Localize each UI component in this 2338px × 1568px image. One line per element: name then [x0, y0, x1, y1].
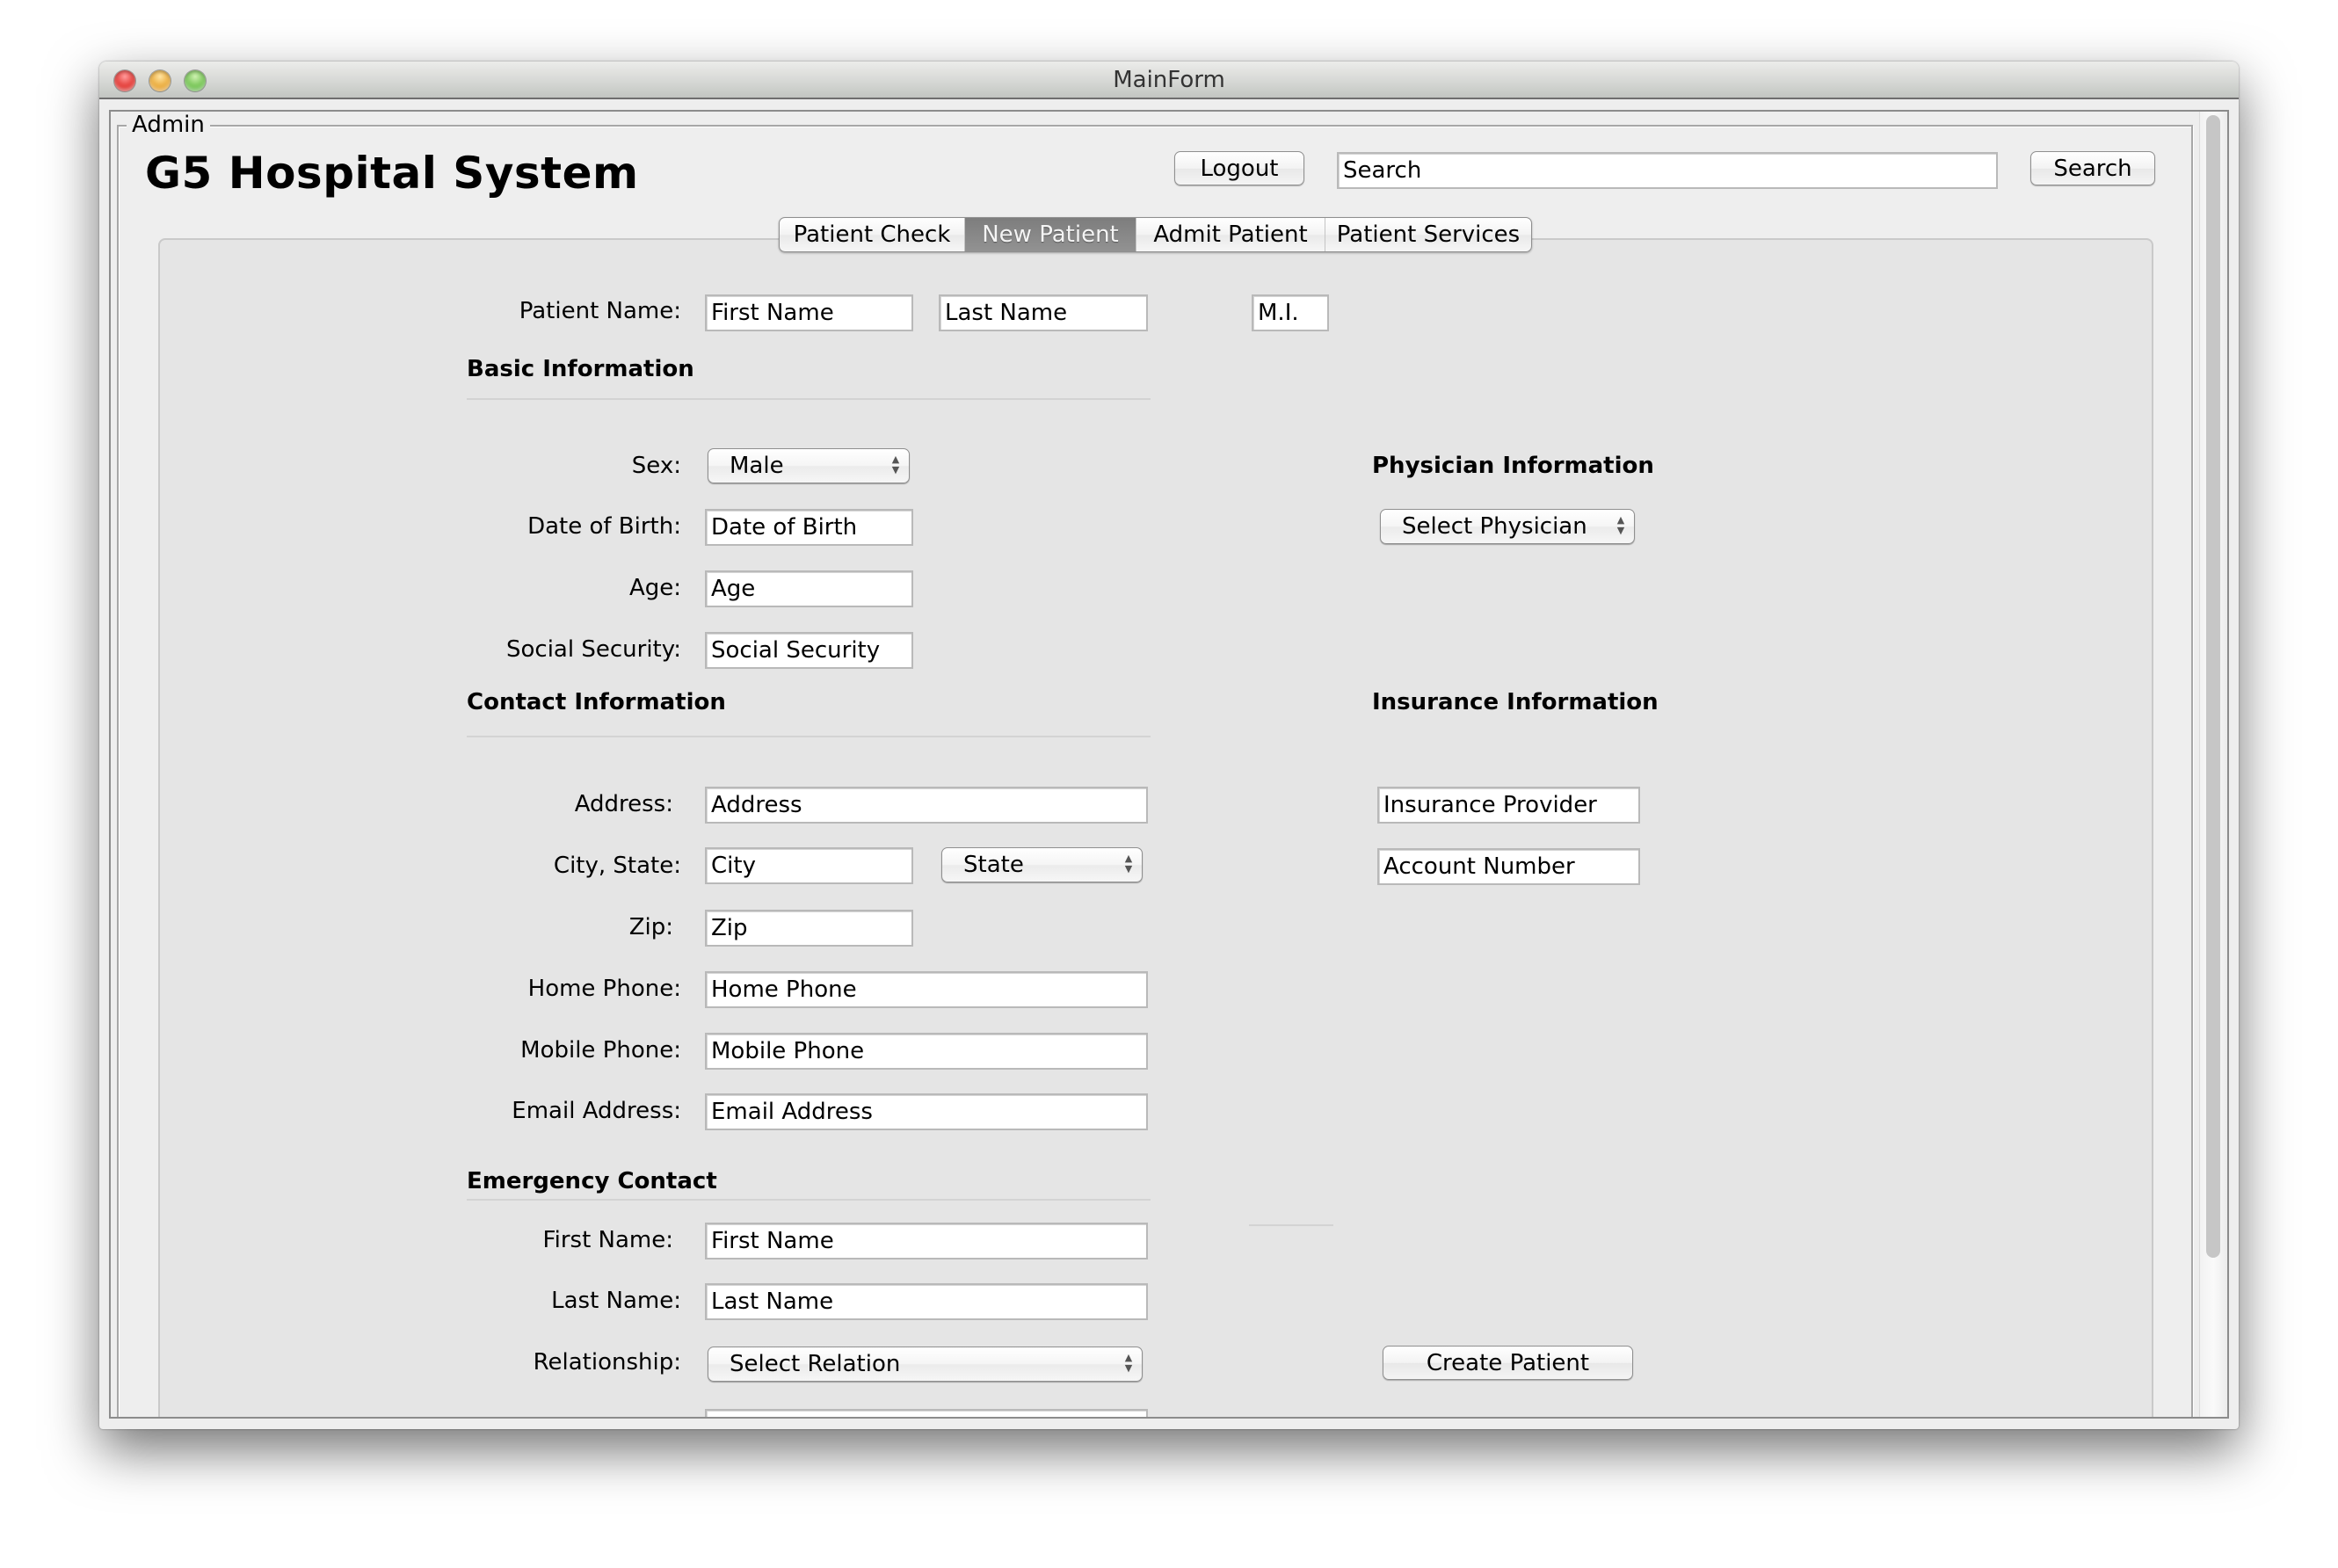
insurance-information-heading: Insurance Information [1372, 689, 1659, 715]
email-address-label: Email Address: [512, 1098, 681, 1124]
date-of-birth-label: Date of Birth: [527, 513, 681, 540]
mobile-phone-label: Mobile Phone: [520, 1037, 681, 1063]
basic-information-divider [467, 398, 1151, 400]
app-title: G5 Hospital System [145, 148, 639, 199]
account-number-input[interactable]: Account Number [1377, 848, 1640, 885]
sex-label: Sex: [631, 453, 681, 479]
age-label: Age: [628, 575, 681, 601]
basic-information-heading: Basic Information [467, 356, 694, 382]
address-input[interactable]: Address [705, 787, 1148, 824]
contact-information-divider [467, 736, 1151, 737]
relationship-select-value: Select Relation [730, 1351, 901, 1377]
social-security-input[interactable]: Social Security [705, 632, 913, 669]
title-bar[interactable]: MainForm [99, 62, 2239, 99]
home-phone-input[interactable]: Home Phone [705, 971, 1148, 1008]
emergency-last-name-input[interactable]: Last Name [705, 1283, 1148, 1320]
first-name-input[interactable]: First Name [705, 294, 913, 331]
search-button[interactable]: Search [2030, 151, 2155, 185]
vertical-scrollbar[interactable] [2199, 112, 2227, 1417]
email-address-input[interactable]: Email Address [705, 1093, 1148, 1130]
mobile-phone-input[interactable]: Mobile Phone [705, 1033, 1148, 1070]
tab-new-patient[interactable]: New Patient [965, 218, 1136, 251]
relationship-label: Relationship: [533, 1349, 681, 1376]
tab-bar: Patient Check New Patient Admit Patient … [779, 217, 1532, 252]
emergency-contact-heading: Emergency Contact [467, 1168, 717, 1194]
scroll-pane: Admin G5 Hospital System Logout Search S… [109, 110, 2229, 1419]
main-window: MainForm Admin G5 Hospital System Logout… [99, 62, 2239, 1429]
home-phone-label: Home Phone: [527, 976, 681, 1002]
sex-select[interactable]: Male ▲ ▼ [708, 448, 910, 483]
tab-admit-patient[interactable]: Admit Patient [1136, 218, 1325, 251]
middle-initial-input[interactable]: M.I. [1252, 294, 1329, 331]
emergency-last-name-label: Last Name: [551, 1288, 681, 1314]
emergency-first-name-label: First Name: [542, 1227, 673, 1253]
select-arrows-icon: ▲ ▼ [1616, 514, 1625, 536]
social-security-label: Social Security: [506, 636, 681, 663]
city-input[interactable]: City [705, 847, 913, 884]
window-title: MainForm [1113, 67, 1225, 93]
tab-patient-services[interactable]: Patient Services [1325, 218, 1531, 251]
create-patient-button[interactable]: Create Patient [1383, 1346, 1633, 1380]
physician-information-heading: Physician Information [1372, 453, 1654, 479]
age-input[interactable]: Age [705, 570, 913, 607]
sex-select-value: Male [730, 453, 784, 479]
admin-border-title: Admin [127, 112, 210, 138]
scroll-viewport: Admin G5 Hospital System Logout Search S… [111, 112, 2199, 1417]
select-arrows-icon: ▲ ▼ [1124, 853, 1133, 875]
last-name-input[interactable]: Last Name [939, 294, 1148, 331]
patient-name-label: Patient Name: [519, 298, 681, 324]
city-state-label: City, State: [553, 853, 681, 879]
select-arrows-icon: ▲ ▼ [891, 454, 900, 475]
logout-button[interactable]: Logout [1174, 151, 1304, 185]
emergency-first-name-input[interactable]: First Name [705, 1223, 1148, 1259]
physician-select[interactable]: Select Physician ▲ ▼ [1380, 509, 1635, 544]
separator-line [1249, 1224, 1333, 1226]
state-select[interactable]: State ▲ ▼ [941, 847, 1143, 882]
zip-input[interactable]: Zip [705, 910, 913, 947]
address-label: Address: [574, 791, 673, 817]
scrollbar-thumb[interactable] [2206, 115, 2220, 1258]
physician-select-value: Select Physician [1402, 513, 1587, 540]
select-arrows-icon: ▲ ▼ [1124, 1352, 1133, 1374]
date-of-birth-input[interactable]: Date of Birth [705, 509, 913, 546]
tab-content-panel: Patient Name: First Name Last Name M.I. … [158, 238, 2153, 1417]
emergency-contact-divider [467, 1199, 1151, 1201]
contact-information-heading: Contact Information [467, 689, 726, 715]
tab-patient-check[interactable]: Patient Check [780, 218, 965, 251]
zip-label: Zip: [628, 914, 673, 940]
search-input[interactable]: Search [1337, 152, 1998, 189]
partially-visible-input[interactable] [705, 1409, 1148, 1417]
state-select-value: State [963, 852, 1024, 878]
relationship-select[interactable]: Select Relation ▲ ▼ [708, 1347, 1143, 1382]
insurance-provider-input[interactable]: Insurance Provider [1377, 787, 1640, 824]
